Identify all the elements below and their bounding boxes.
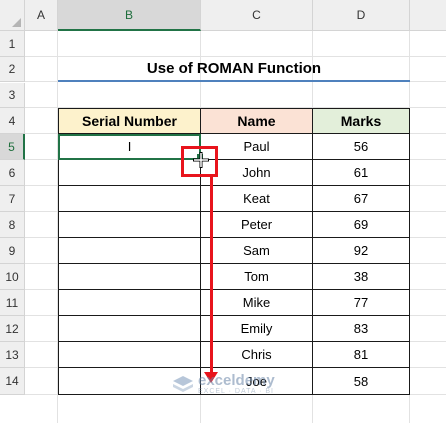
select-all-corner[interactable] (0, 0, 25, 31)
cell-name[interactable]: Tom (201, 264, 313, 290)
row-header-7[interactable]: 7 (0, 186, 25, 212)
sheet-title: Use of ROMAN Function (58, 57, 410, 82)
row-header-1[interactable]: 1 (0, 31, 25, 57)
row-header-3[interactable]: 3 (0, 83, 25, 108)
cell-serial-number[interactable] (58, 316, 201, 342)
row-header-5[interactable]: 5 (0, 134, 25, 160)
header-serial-number[interactable]: Serial Number (58, 108, 201, 134)
column-header-a[interactable]: A (25, 0, 58, 31)
row-header-4[interactable]: 4 (0, 108, 25, 134)
row-header-6[interactable]: 6 (0, 160, 25, 186)
crosshair-cursor-icon (193, 152, 209, 168)
row-header-14[interactable]: 14 (0, 368, 25, 395)
row-header-12[interactable]: 12 (0, 316, 25, 342)
cell-name[interactable]: Emily (201, 316, 313, 342)
cell-serial-number[interactable] (58, 212, 201, 238)
row-header-13[interactable]: 13 (0, 342, 25, 368)
spreadsheet[interactable]: A B C D 1 2 3 4 5 6 7 8 9 10 11 12 13 14 Use of ROMAN… (0, 0, 446, 423)
cell-marks[interactable]: 69 (313, 212, 410, 238)
cell-serial-number[interactable] (58, 264, 201, 290)
cell-serial-number[interactable]: I (58, 134, 201, 160)
cell-serial-number[interactable] (58, 290, 201, 316)
cell-serial-number[interactable] (58, 342, 201, 368)
cell-serial-number[interactable] (58, 238, 201, 264)
cell-name[interactable]: Keat (201, 186, 313, 212)
header-marks[interactable]: Marks (313, 108, 410, 134)
header-name[interactable]: Name (201, 108, 313, 134)
row-header-10[interactable]: 10 (0, 264, 25, 290)
exceldemy-logo-icon (173, 375, 193, 392)
column-header-d[interactable]: D (313, 0, 410, 31)
column-header-blank (410, 0, 446, 31)
cell-marks[interactable]: 83 (313, 316, 410, 342)
cell-name[interactable]: Chris (201, 342, 313, 368)
watermark-name: exceldemy (198, 372, 275, 389)
cell-name[interactable]: Mike (201, 290, 313, 316)
row-header-11[interactable]: 11 (0, 290, 25, 316)
column-header-c[interactable]: C (201, 0, 313, 31)
cell-marks[interactable]: 56 (313, 134, 410, 160)
cell-serial-number[interactable] (58, 160, 201, 186)
cell-serial-number[interactable] (58, 186, 201, 212)
cell-marks[interactable]: 58 (313, 368, 410, 395)
cell-marks[interactable]: 77 (313, 290, 410, 316)
row-header-2[interactable]: 2 (0, 57, 25, 82)
cell-marks[interactable]: 92 (313, 238, 410, 264)
cell-marks[interactable]: 61 (313, 160, 410, 186)
row-header-8[interactable]: 8 (0, 212, 25, 238)
cell-marks[interactable]: 67 (313, 186, 410, 212)
cell-marks[interactable]: 38 (313, 264, 410, 290)
row-header-9[interactable]: 9 (0, 238, 25, 264)
cell-marks[interactable]: 81 (313, 342, 410, 368)
watermark-tagline: EXCEL · DATA · BI (198, 388, 274, 395)
cell-name[interactable]: Peter (201, 212, 313, 238)
watermark: exceldemy EXCEL · DATA · BI (172, 372, 275, 395)
column-header-b[interactable]: B (58, 0, 201, 31)
cell-name[interactable]: Sam (201, 238, 313, 264)
drag-arrow-line (210, 177, 213, 374)
